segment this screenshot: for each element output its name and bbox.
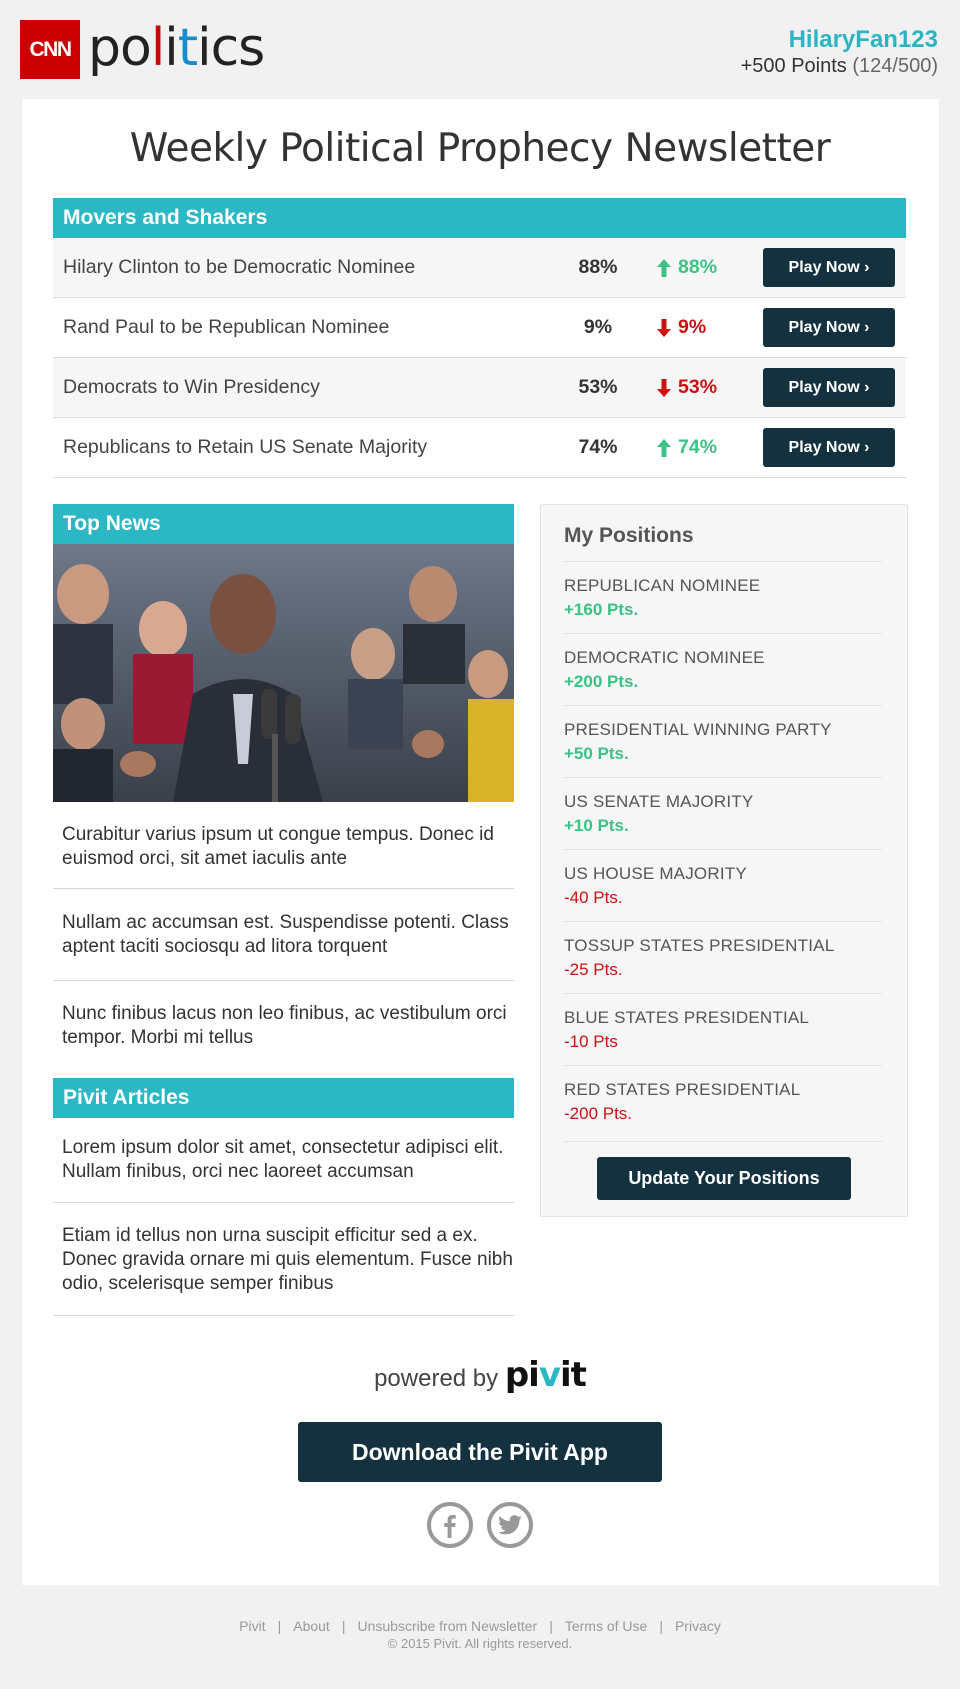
newsletter-title: Weekly Political Prophecy Newsletter [129,126,831,171]
mover-percent: 74% [578,436,618,458]
twitter-icon[interactable] [487,1502,533,1548]
divider [53,1202,514,1203]
footer-link[interactable]: Terms of Use [565,1618,647,1634]
arrow-up-icon [657,438,671,457]
position-name: DEMOCRATIC NOMINEE [564,648,765,667]
position-item[interactable]: DEMOCRATIC NOMINEE +200 Pts. [564,633,882,692]
page-header: CNN politics HilaryFan123 +500 Points (1… [0,0,960,98]
arrow-down-icon [657,318,671,337]
mover-change-value: 74% [678,436,718,458]
footer-link[interactable]: About [293,1618,330,1634]
mover-row: Republicans to Retain US Senate Majority… [53,418,906,478]
position-points: -200 Pts. [564,1104,633,1123]
update-positions-button[interactable]: Update Your Positions [597,1157,851,1200]
username[interactable]: HilaryFan123 [789,26,938,54]
top-news-heading: Top News [53,504,514,544]
position-item[interactable]: REPUBLICAN NOMINEE +160 Pts. [564,561,882,620]
top-news-item[interactable]: Nullam ac accumsan est. Suspendisse pote… [53,911,514,959]
mover-change: 88% [656,238,717,297]
cnn-logo[interactable]: CNN [20,20,80,79]
footer-separator: | [659,1618,663,1634]
mover-row: Rand Paul to be Republican Nominee 9% 9% Pl… [53,298,906,358]
mover-row: Democrats to Win Presidency 53% 53% Play No… [53,358,906,418]
powered-by-pivit: powered by pivit [374,1355,587,1395]
mover-change-value: 88% [678,256,718,278]
position-name: TOSSUP STATES PRESIDENTIAL [564,936,835,955]
mover-percent: 88% [578,256,618,278]
pivit-articles-heading: Pivit Articles [53,1078,514,1118]
mover-change-value: 53% [678,376,718,398]
mover-change: 9% [656,298,706,357]
mover-percent: 53% [578,376,618,398]
position-name: REPUBLICAN NOMINEE [564,576,761,595]
position-points: -40 Pts. [564,888,623,907]
position-name: BLUE STATES PRESIDENTIAL [564,1008,810,1027]
footer-separator: | [549,1618,553,1634]
article-item[interactable]: Etiam id tellus non urna suscipit effici… [53,1224,514,1296]
position-points: +50 Pts. [564,744,629,763]
facebook-icon-glyph [444,1514,456,1538]
arrow-down-icon [657,378,671,397]
position-item[interactable]: BLUE STATES PRESIDENTIAL -10 Pts [564,993,882,1052]
play-now-button[interactable]: Play Now › [763,368,895,407]
mover-label[interactable]: Hilary Clinton to be Democratic Nominee [63,238,415,297]
copyright: © 2015 Pivit. All rights reserved. [387,1636,573,1651]
play-now-button[interactable]: Play Now › [763,248,895,287]
facebook-icon[interactable] [427,1502,473,1548]
divider [564,1141,882,1142]
article-item[interactable]: Lorem ipsum dolor sit amet, consectetur … [53,1136,514,1184]
my-positions-panel: My Positions Update Your Positions REPUB… [540,504,908,1217]
position-item[interactable]: TOSSUP STATES PRESIDENTIAL -25 Pts. [564,921,882,980]
position-name: PRESIDENTIAL WINNING PARTY [564,720,832,739]
my-positions-heading: My Positions [564,524,694,547]
user-points: +500 Points (124/500) [740,55,938,77]
twitter-icon-glyph [498,1515,522,1535]
arrow-up-icon [657,258,671,277]
position-points: +200 Pts. [564,672,639,691]
position-name: US HOUSE MAJORITY [564,864,747,883]
footer-links: Pivit | About | Unsubscribe from Newsletter |… [0,1618,960,1634]
position-item[interactable]: US HOUSE MAJORITY -40 Pts. [564,849,882,908]
play-now-button[interactable]: Play Now › [763,428,895,467]
position-points: -10 Pts [564,1032,618,1051]
footer-link[interactable]: Privacy [675,1618,721,1634]
news-photo-image [53,544,514,802]
play-now-button[interactable]: Play Now › [763,308,895,347]
politics-logo-text[interactable]: politics [88,16,265,80]
mover-percent: 9% [583,316,613,338]
position-name: RED STATES PRESIDENTIAL [564,1080,801,1099]
top-news-item[interactable]: Nunc finibus lacus non leo finibus, ac v… [53,1002,514,1050]
news-photo[interactable] [53,544,514,802]
position-item[interactable]: US SENATE MAJORITY +10 Pts. [564,777,882,836]
footer-link[interactable]: Unsubscribe from Newsletter [357,1618,537,1634]
footer-separator: | [277,1618,282,1634]
download-app-button[interactable]: Download the Pivit App [298,1422,662,1482]
mover-change: 53% [656,358,717,417]
mover-label[interactable]: Rand Paul to be Republican Nominee [63,298,389,357]
mover-change-value: 9% [678,316,707,338]
position-item[interactable]: RED STATES PRESIDENTIAL -200 Pts. [564,1065,882,1124]
movers-heading: Movers and Shakers [53,198,906,238]
top-news-item[interactable]: Curabitur varius ipsum ut congue tempus.… [53,823,514,871]
position-name: US SENATE MAJORITY [564,792,754,811]
divider [53,1315,514,1316]
position-points: +160 Pts. [564,600,639,619]
footer-separator: | [341,1618,346,1634]
pivit-logo[interactable]: pivit [505,1355,587,1395]
footer-link[interactable]: Pivit [239,1618,265,1634]
mover-change: 74% [656,418,717,477]
mover-label[interactable]: Democrats to Win Presidency [63,358,320,417]
divider [53,980,514,981]
mover-row: Hilary Clinton to be Democratic Nominee 8… [53,238,906,298]
position-points: -25 Pts. [564,960,623,979]
movers-table: Hilary Clinton to be Democratic Nominee 8… [53,238,906,478]
divider [53,888,514,889]
position-item[interactable]: PRESIDENTIAL WINNING PARTY +50 Pts. [564,705,882,764]
mover-label[interactable]: Republicans to Retain US Senate Majority [63,418,427,477]
position-points: +10 Pts. [564,816,629,835]
